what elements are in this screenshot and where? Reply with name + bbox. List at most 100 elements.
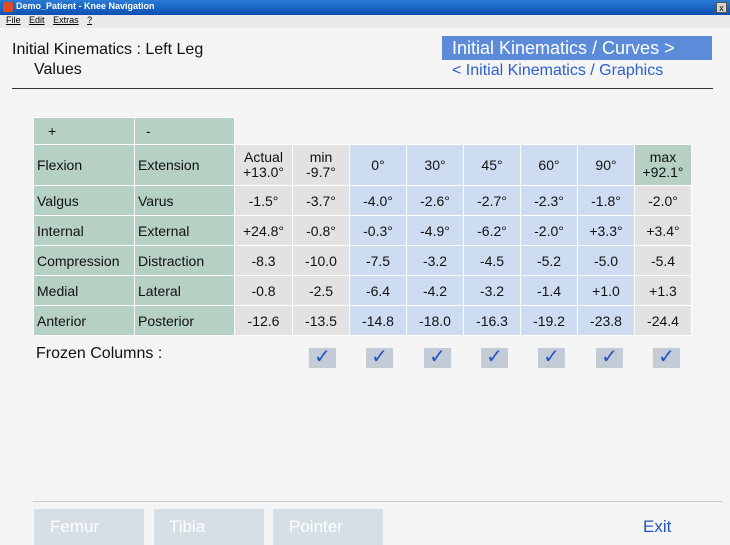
kinematics-table: + - Flexion Extension Actual +13.0° min … xyxy=(33,117,692,336)
row-pos-label: Anterior xyxy=(33,305,135,336)
frozen-checkbox-min[interactable]: ✓ xyxy=(309,346,336,368)
cell-actual: -8.3 xyxy=(234,245,293,276)
page-subtitle: Values xyxy=(34,61,82,78)
frozen-checkbox-90[interactable]: ✓ xyxy=(596,346,623,368)
header-max: max +92.1° xyxy=(634,144,692,186)
header-actual-value: +13.0° xyxy=(242,164,285,180)
nav-graphics-link[interactable]: < Initial Kinematics / Graphics xyxy=(452,62,663,80)
menu-bar: File Edit Extras ? xyxy=(0,15,730,28)
tibia-button[interactable]: Tibia xyxy=(154,509,264,545)
cell-30: -18.0 xyxy=(406,305,464,336)
cell-0: -6.4 xyxy=(349,275,407,306)
cell-90: +1.0 xyxy=(577,275,635,306)
cell-90: -1.8° xyxy=(577,185,635,216)
table-row: Valgus Varus -1.5° -3.7° -4.0° -2.6° -2.… xyxy=(33,185,692,216)
cell-90: -23.8 xyxy=(577,305,635,336)
cell-45: -6.2° xyxy=(463,215,521,246)
cell-max: +1.3 xyxy=(634,275,692,306)
plus-label: + xyxy=(33,117,135,145)
cell-60: -19.2 xyxy=(520,305,578,336)
frozen-checkbox-30[interactable]: ✓ xyxy=(424,347,451,368)
table-row: Compression Distraction -8.3 -10.0 -7.5 … xyxy=(33,245,692,276)
cell-30: -2.6° xyxy=(406,185,464,216)
checkmark-icon: ✓ xyxy=(314,346,331,368)
cell-45: -4.5 xyxy=(463,245,521,276)
cell-60: -1.4 xyxy=(520,275,578,306)
menu-help[interactable]: ? xyxy=(87,15,92,25)
cell-45: -3.2 xyxy=(463,275,521,306)
cell-0: -7.5 xyxy=(349,245,407,276)
checkmark-icon: ✓ xyxy=(658,346,675,368)
row-pos-label: Medial xyxy=(33,275,135,306)
checkmark-icon: ✓ xyxy=(486,346,503,368)
frozen-checkbox-max[interactable]: ✓ xyxy=(653,346,680,368)
cell-min: -2.5 xyxy=(292,275,350,306)
menu-extras[interactable]: Extras xyxy=(53,15,79,25)
header-divider xyxy=(12,88,713,89)
cell-actual: -12.6 xyxy=(234,305,293,336)
cell-actual: -1.5° xyxy=(234,185,293,216)
femur-button[interactable]: Femur xyxy=(34,509,144,545)
menu-file[interactable]: File xyxy=(6,15,21,25)
header-min-label: min xyxy=(309,149,333,165)
header-angle-45: 45° xyxy=(463,144,521,186)
header-angle-0: 0° xyxy=(349,144,407,186)
cell-max: +3.4° xyxy=(634,215,692,246)
cell-min: -13.5 xyxy=(292,305,350,336)
cell-max: -2.0° xyxy=(634,185,692,216)
row-neg-label: External xyxy=(134,215,235,246)
cell-60: -2.3° xyxy=(520,185,578,216)
cell-60: -2.0° xyxy=(520,215,578,246)
window-title: Demo_Patient - Knee Navigation xyxy=(16,1,155,11)
table-row: Anterior Posterior -12.6 -13.5 -14.8 -18… xyxy=(33,305,692,336)
cell-30: -4.9° xyxy=(406,215,464,246)
app-icon xyxy=(3,2,13,12)
checkmark-icon: ✓ xyxy=(601,346,618,368)
checkmark-icon: ✓ xyxy=(371,346,388,368)
cell-90: -5.0 xyxy=(577,245,635,276)
row-neg-label: Varus xyxy=(134,185,235,216)
row-pos-label: Valgus xyxy=(33,185,135,216)
footer-divider xyxy=(33,501,722,502)
sign-row: + - xyxy=(33,117,692,145)
row-neg-label: Distraction xyxy=(134,245,235,276)
cell-actual: -0.8 xyxy=(234,275,293,306)
cell-45: -16.3 xyxy=(463,305,521,336)
page-title: Initial Kinematics : Left Leg xyxy=(12,41,204,58)
cell-90: +3.3° xyxy=(577,215,635,246)
title-bar: Demo_Patient - Knee Navigation x xyxy=(0,0,730,15)
header-angle-30: 30° xyxy=(406,144,464,186)
header-max-value: +92.1° xyxy=(642,164,684,180)
close-icon[interactable]: x xyxy=(716,2,727,13)
cell-30: -3.2 xyxy=(406,245,464,276)
cell-60: -5.2 xyxy=(520,245,578,276)
cell-max: -24.4 xyxy=(634,305,692,336)
cell-min: -0.8° xyxy=(292,215,350,246)
cell-0: -14.8 xyxy=(349,305,407,336)
table-row: Medial Lateral -0.8 -2.5 -6.4 -4.2 -3.2 … xyxy=(33,275,692,306)
minus-label: - xyxy=(134,117,235,145)
header-angle-60: 60° xyxy=(520,144,578,186)
exit-button[interactable]: Exit xyxy=(643,517,671,537)
frozen-checkbox-0[interactable]: ✓ xyxy=(366,346,393,368)
cell-actual: +24.8° xyxy=(234,215,293,246)
cell-min: -3.7° xyxy=(292,185,350,216)
cell-0: -0.3° xyxy=(349,215,407,246)
row-neg-label: Lateral xyxy=(134,275,235,306)
cell-0: -4.0° xyxy=(349,185,407,216)
header-flexion: Flexion xyxy=(33,144,135,186)
menu-edit[interactable]: Edit xyxy=(29,15,45,25)
header-angle-90: 90° xyxy=(577,144,635,186)
cell-min: -10.0 xyxy=(292,245,350,276)
header-actual-label: Actual xyxy=(244,149,283,165)
table-row: Internal External +24.8° -0.8° -0.3° -4.… xyxy=(33,215,692,246)
frozen-checkbox-60[interactable]: ✓ xyxy=(538,347,565,368)
frozen-checkbox-45[interactable]: ✓ xyxy=(481,346,508,368)
header-actual: Actual +13.0° xyxy=(234,144,293,186)
cell-30: -4.2 xyxy=(406,275,464,306)
header-extension: Extension xyxy=(134,144,235,186)
nav-curves-button[interactable]: Initial Kinematics / Curves > xyxy=(442,36,712,60)
cell-max: -5.4 xyxy=(634,245,692,276)
pointer-button[interactable]: Pointer xyxy=(273,509,383,545)
frozen-columns-label: Frozen Columns : xyxy=(36,345,163,362)
